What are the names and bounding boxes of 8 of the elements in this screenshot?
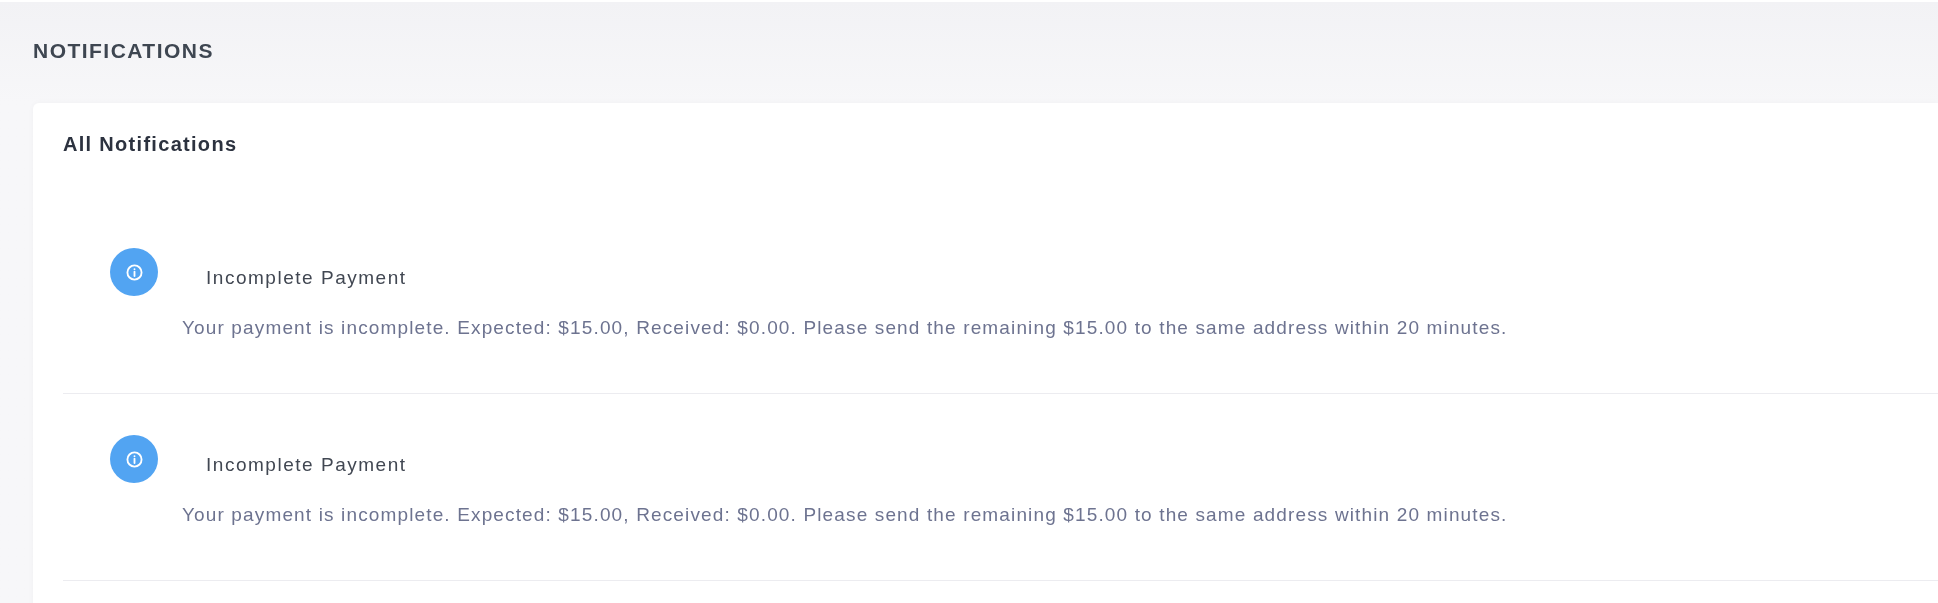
info-icon bbox=[110, 435, 158, 483]
notification-message: Your payment is incomplete. Expected: $15.00, Received: $0.00. Please send the remaining $15.00 to the same address within 20 minutes. bbox=[182, 503, 1508, 527]
notification-message: Your payment is incomplete. Expected: $15.00, Received: $0.00. Please send the remaining $15.00 to the same address within 20 minutes. bbox=[182, 316, 1508, 340]
card-title: All Notifications bbox=[63, 132, 238, 157]
page-title: NOTIFICATIONS bbox=[33, 38, 214, 64]
notification-title: Incomplete Payment bbox=[206, 266, 407, 290]
notification-title: Incomplete Payment bbox=[206, 453, 407, 477]
info-icon bbox=[110, 248, 158, 296]
